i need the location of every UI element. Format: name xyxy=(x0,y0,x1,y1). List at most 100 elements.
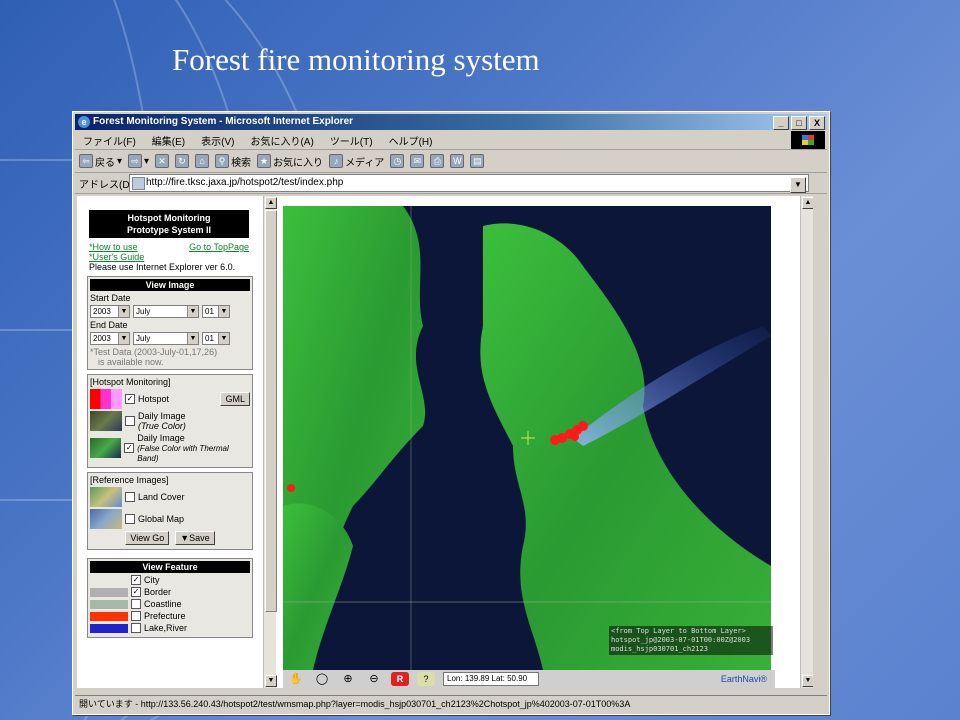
help-icon[interactable]: ? xyxy=(417,672,435,686)
start-year-select[interactable]: 2003 ▼ xyxy=(90,305,130,318)
zoom-in-icon[interactable]: ⊕ xyxy=(339,672,357,686)
daily-true-sublabel: (True Color) xyxy=(138,421,186,431)
feature-checkbox[interactable]: ✓ xyxy=(131,575,141,585)
feature-checkbox[interactable] xyxy=(131,623,141,633)
scroll-up-arrow-icon[interactable]: ▲ xyxy=(265,197,277,209)
close-button[interactable]: X xyxy=(809,116,825,130)
satellite-map[interactable] xyxy=(283,206,771,670)
start-date-label: Start Date xyxy=(90,293,131,303)
toolbar: ⇦ 戻る ▾ ⇨ ▾ ✕ ↻ ⌂ ⚲ 検索 ★ お気に入り ♪ メディア ◷ ✉ ⎙ W… xyxy=(75,150,827,173)
layer-2: modis_hsjp030701_ch2123 xyxy=(611,645,708,653)
end-day-select[interactable]: 01 ▼ xyxy=(202,332,230,345)
page-scroll-down-icon[interactable]: ▼ xyxy=(802,675,813,687)
favorites-button[interactable]: ★ お気に入り xyxy=(257,154,323,169)
users-guide-link[interactable]: *User's Guide xyxy=(89,252,144,262)
test-data-note: *Test Data (2003-July-01,17,26) xyxy=(90,347,218,357)
hotspot-west xyxy=(287,484,295,492)
save-button[interactable]: ▼Save xyxy=(175,531,215,545)
status-text: 開いています - http://133.56.240.43/hotspot2/t… xyxy=(79,699,631,709)
window-titlebar[interactable]: e Forest Monitoring System - Microsoft I… xyxy=(75,114,827,130)
how-to-use-link[interactable]: *How to use xyxy=(89,242,138,252)
address-dropdown-button[interactable]: ▼ xyxy=(790,177,806,193)
global-map-thumbnail xyxy=(90,509,122,529)
true-color-thumbnail xyxy=(90,411,122,431)
reference-heading: [Reference Images] xyxy=(90,475,169,485)
feature-checkbox[interactable] xyxy=(131,611,141,621)
go-top-link[interactable]: Go to TopPage xyxy=(189,242,249,252)
panel-scroll-thumb[interactable] xyxy=(265,210,277,612)
edit-icon[interactable]: W xyxy=(450,154,465,168)
feature-swatch xyxy=(90,611,128,621)
feature-label: Coastline xyxy=(144,599,182,609)
start-day-select[interactable]: 01 ▼ xyxy=(202,305,230,318)
page-scrollbar[interactable]: ▲ ▼ xyxy=(800,196,813,688)
address-bar: アドレス(D) http://fire.tksc.jaxa.jp/hotspot… xyxy=(75,173,827,194)
menu-tools[interactable]: ツール(T) xyxy=(322,133,381,148)
feature-label: Prefecture xyxy=(144,611,186,621)
feature-swatch xyxy=(90,599,128,609)
view-feature-section: View Feature ✓ City ✓ Border Coastline Prefec… xyxy=(87,558,253,638)
menu-edit[interactable]: 編集(E) xyxy=(144,133,193,148)
land-cover-thumbnail xyxy=(90,487,122,507)
feature-row: Lake,River xyxy=(90,623,250,633)
forward-button[interactable]: ⇨ ▾ xyxy=(128,154,149,168)
zoom-icon[interactable]: ◯ xyxy=(313,672,331,686)
feature-row: ✓ Border xyxy=(90,587,250,597)
gml-button[interactable]: GML xyxy=(220,392,250,406)
coordinate-readout: Lon: 139.89 Lat: 50.90 xyxy=(443,672,539,686)
reset-icon[interactable]: R xyxy=(391,672,409,686)
land-cover-label: Land Cover xyxy=(138,492,185,502)
maximize-button[interactable]: □ xyxy=(791,116,807,130)
daily-true-checkbox[interactable] xyxy=(125,416,135,426)
view-go-button[interactable]: View Go xyxy=(125,531,170,545)
hotspot-color-scale xyxy=(90,389,122,409)
panel-scrollbar[interactable]: ▲ ▼ xyxy=(263,196,277,688)
land-cover-checkbox[interactable] xyxy=(125,492,135,502)
feature-checkbox[interactable] xyxy=(131,599,141,609)
feature-row: Prefecture xyxy=(90,611,250,621)
view-image-section: View Image Start Date 2003 ▼ July ▼ 01 ▼ En… xyxy=(87,276,253,370)
menu-favorites[interactable]: お気に入り(A) xyxy=(242,133,321,148)
address-label: アドレス(D) xyxy=(79,179,133,191)
end-month-select[interactable]: July ▼ xyxy=(133,332,199,345)
address-input[interactable]: http://fire.tksc.jaxa.jp/hotspot2/test/i… xyxy=(129,174,809,193)
scroll-down-arrow-icon[interactable]: ▼ xyxy=(265,675,277,687)
end-year-select[interactable]: 2003 ▼ xyxy=(90,332,130,345)
daily-false-checkbox[interactable]: ✓ xyxy=(124,443,135,453)
global-map-checkbox[interactable] xyxy=(125,514,135,524)
minimize-button[interactable]: _ xyxy=(773,116,789,130)
view-feature-heading: View Feature xyxy=(90,561,250,573)
false-color-thumbnail xyxy=(90,438,122,458)
feature-row: ✓ City xyxy=(90,575,250,585)
daily-true-label: Daily Image xyxy=(138,411,186,421)
zoom-out-icon[interactable]: ⊖ xyxy=(365,672,383,686)
global-map-label: Global Map xyxy=(138,514,185,524)
menu-view[interactable]: 表示(V) xyxy=(193,133,242,148)
print-icon[interactable]: ⎙ xyxy=(430,154,445,168)
page-scroll-up-icon[interactable]: ▲ xyxy=(802,197,813,209)
view-image-heading: View Image xyxy=(90,279,250,291)
start-month-select[interactable]: July ▼ xyxy=(133,305,199,318)
ie-note: Please use Internet Explorer ver 6.0. xyxy=(89,262,236,272)
layer-1: hotspot_jp@2003-07-01T00:00Z@2003 xyxy=(611,636,751,644)
feature-label: Border xyxy=(144,587,172,597)
menu-help[interactable]: ヘルプ(H) xyxy=(381,133,441,148)
media-icon: ♪ xyxy=(329,154,344,168)
stop-icon[interactable]: ✕ xyxy=(155,154,170,168)
hotspot-checkbox[interactable]: ✓ xyxy=(125,394,135,404)
media-button[interactable]: ♪ メディア xyxy=(329,154,384,169)
mail-icon[interactable]: ✉ xyxy=(410,154,425,168)
feature-label: Lake,River xyxy=(144,623,188,633)
back-button[interactable]: ⇦ 戻る ▾ xyxy=(79,154,122,169)
history-icon[interactable]: ◷ xyxy=(390,154,405,168)
feature-label: City xyxy=(144,575,160,585)
search-button[interactable]: ⚲ 検索 xyxy=(215,154,251,169)
feature-swatch xyxy=(90,576,128,585)
hotspot-section: [Hotspot Monitoring] ✓ Hotspot GML Daily… xyxy=(87,374,253,468)
pan-hand-icon[interactable]: ✋ xyxy=(287,672,305,686)
menu-file[interactable]: ファイル(F) xyxy=(75,133,144,148)
feature-checkbox[interactable]: ✓ xyxy=(131,587,141,597)
refresh-icon[interactable]: ↻ xyxy=(175,154,190,168)
home-icon[interactable]: ⌂ xyxy=(195,154,210,168)
discuss-icon[interactable]: ▤ xyxy=(470,154,485,168)
